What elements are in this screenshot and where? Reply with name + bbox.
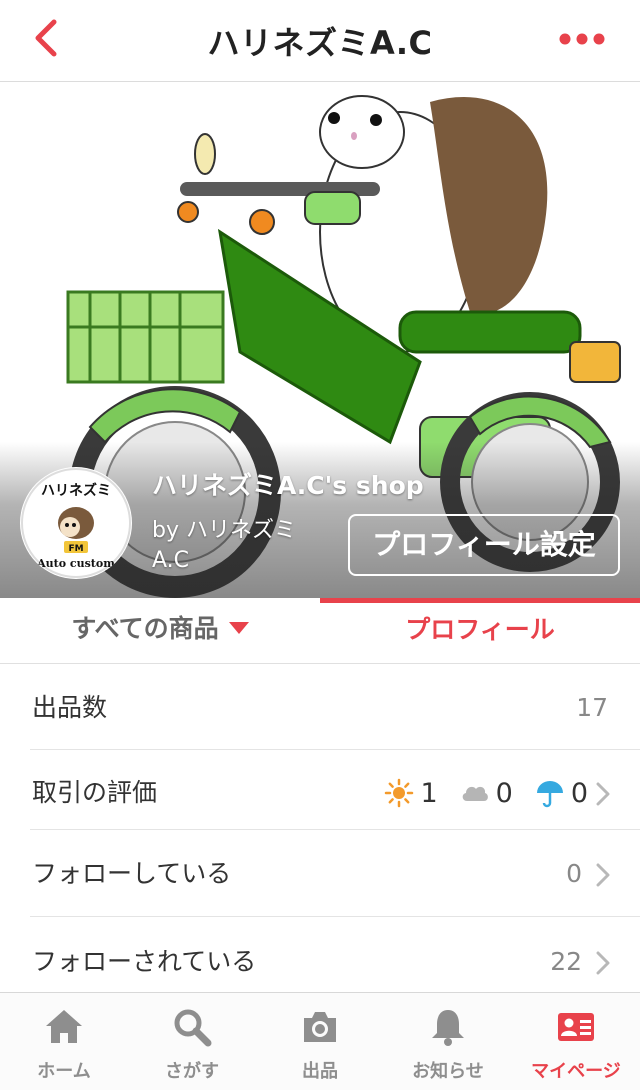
shop-owner-byline: by ハリネズミA.C [152,518,296,573]
nav-sell[interactable]: 出品 [256,993,384,1090]
nav-notifications-label: お知らせ [412,1061,484,1082]
profile-settings-button[interactable]: プロフィール設定 [348,514,620,576]
rating-good-count: 1 [420,777,438,809]
following-row[interactable]: フォローしている 0 [0,831,640,917]
following-label: フォローしている [32,859,232,888]
caret-down-icon [228,622,249,634]
bell-icon [432,1010,464,1046]
camera-icon [304,1012,336,1042]
shop-cover: ハリネズミ FM Auto custom ハリネズミA.C's shop by … [0,82,640,598]
nav-notifications[interactable]: お知らせ [384,993,512,1090]
cloud-icon [462,786,488,801]
shop-logo-icon: ハリネズミ FM Auto custom [21,468,131,578]
more-dots-icon[interactable] [556,28,608,50]
nav-mypage[interactable]: マイページ [512,993,640,1090]
rating-label: 取引の評価 [32,778,158,807]
divider [30,829,640,830]
chevron-left-icon[interactable] [26,16,70,60]
nav-search[interactable]: さがす [128,993,256,1090]
nav-home[interactable]: ホーム [0,993,128,1090]
umbrella-icon [536,781,563,808]
nav-search-label: さがす [165,1061,219,1082]
nav-mypage-label: マイページ [531,1061,621,1082]
rating-bad-count: 0 [570,777,588,809]
shop-tabs: すべての商品 プロフィール [0,598,640,664]
following-value: 0 [566,859,582,888]
rating-normal-count: 0 [495,777,513,809]
svg-text:ハリネズミ: ハリネズミ [41,482,111,499]
chevron-right-icon [596,951,610,975]
divider [30,916,640,917]
profile-card-icon [558,1013,594,1041]
nav-sell-label: 出品 [302,1061,338,1082]
rating-row[interactable]: 取引の評価 1 0 0 [0,750,640,836]
tab-profile[interactable]: プロフィール [320,598,640,664]
home-icon [46,1010,82,1043]
listings-count-row: 出品数 17 [0,665,640,751]
shop-avatar[interactable]: ハリネズミ FM Auto custom [20,467,132,579]
chevron-right-icon [596,782,610,806]
search-icon [174,1009,212,1047]
nav-home-label: ホーム [37,1061,91,1082]
svg-text:Auto custom: Auto custom [36,557,115,570]
listings-label: 出品数 [32,693,108,722]
page-title: ハリネズミA.C [207,24,433,62]
chevron-right-icon [596,863,610,887]
sun-icon [385,778,414,808]
listings-value: 17 [576,693,608,722]
svg-text:FM: FM [68,544,83,554]
rating-summary: 1 0 0 [384,772,588,814]
bottom-tab-bar: ホーム さがす 出品 お知らせ マイページ [0,992,640,1090]
top-bar: ハリネズミA.C [0,0,640,82]
shop-name: ハリネズミA.C's shop [152,471,424,500]
tab-all-items[interactable]: すべての商品 [0,598,320,664]
